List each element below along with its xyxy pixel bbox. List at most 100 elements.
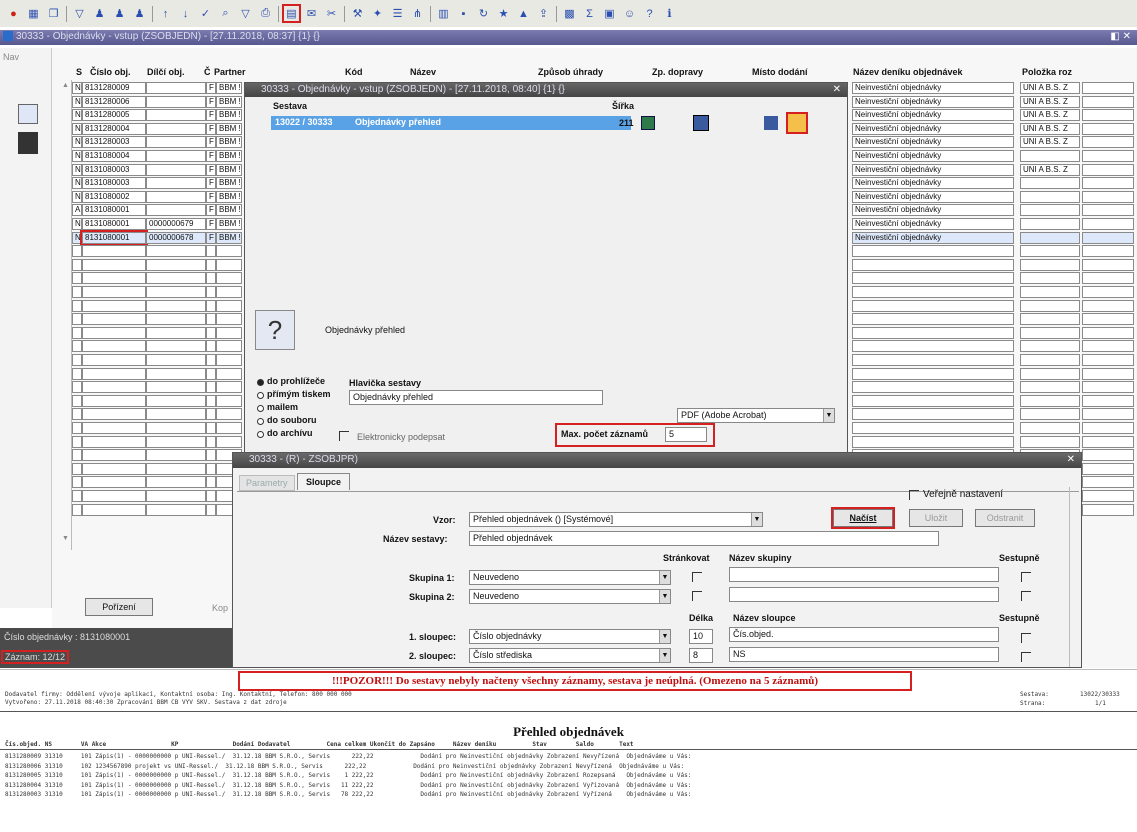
table-cell[interactable]: BBM ! [216, 190, 242, 203]
dialog1-close-icon[interactable]: ✕ [833, 83, 841, 97]
table-cell[interactable] [1082, 503, 1134, 516]
table-cell[interactable] [72, 299, 82, 312]
nacist-button[interactable]: Načíst [831, 507, 895, 529]
help-icon[interactable]: ? [642, 6, 657, 21]
table-cell[interactable] [852, 367, 1014, 380]
table-cell[interactable]: F [206, 204, 216, 217]
table-cell[interactable] [1082, 490, 1134, 502]
column-header[interactable]: Číslo obj. [90, 67, 131, 77]
table-icon[interactable]: ▩ [562, 6, 577, 21]
tree-icon[interactable]: ⋔ [410, 6, 425, 21]
table-cell[interactable]: 8131280004 [82, 122, 146, 135]
table-cell[interactable]: Neinvestiční objednávky [852, 190, 1014, 203]
table-cell[interactable] [216, 381, 242, 394]
table-cell[interactable] [1082, 258, 1134, 271]
max-records-input[interactable]: 5 [665, 427, 707, 442]
table-cell[interactable] [1082, 150, 1134, 162]
copy-icon[interactable]: ❐ [46, 6, 61, 21]
table-cell[interactable]: 8131080001 [82, 204, 146, 217]
table-cell[interactable]: 8131080001 [82, 218, 146, 230]
table-cell[interactable] [146, 503, 206, 516]
dialog2-scrollbar[interactable] [1069, 487, 1081, 667]
table-cell[interactable] [82, 258, 146, 271]
list-icon[interactable]: ☰ [390, 6, 405, 21]
table-cell[interactable] [216, 394, 242, 407]
column-header[interactable]: Způsob úhrady [538, 67, 603, 77]
table-cell[interactable]: N [72, 122, 82, 135]
skupina2-select[interactable]: Neuvedeno ▼ [469, 589, 671, 604]
export-icon[interactable]: ⇪ [536, 6, 551, 21]
table-cell[interactable] [72, 462, 82, 475]
table-cell[interactable] [1020, 394, 1080, 407]
table-cell[interactable] [852, 272, 1014, 285]
sort-desc-icon[interactable]: ↓ [178, 6, 193, 21]
table-cell[interactable] [1082, 163, 1134, 176]
table-cell[interactable] [216, 340, 242, 353]
table-cell[interactable] [1082, 313, 1134, 326]
document-icon[interactable] [18, 132, 38, 154]
table-cell[interactable]: BBM ! [216, 82, 242, 94]
table-cell[interactable] [146, 340, 206, 353]
cut-icon[interactable]: ✂ [324, 6, 339, 21]
table-cell[interactable] [1020, 204, 1080, 217]
table-cell[interactable] [206, 394, 216, 407]
table-cell[interactable] [72, 286, 82, 298]
table-cell[interactable]: Neinvestiční objednávky [852, 204, 1014, 217]
table-cell[interactable] [216, 367, 242, 380]
search-icon[interactable]: ⌕ [218, 6, 233, 21]
table-cell[interactable]: 8131080002 [82, 190, 146, 203]
grid-icon[interactable]: ▦ [26, 6, 41, 21]
skupina1-strankovat-checkbox[interactable] [692, 572, 702, 582]
table-cell[interactable] [852, 394, 1014, 407]
column-header[interactable]: Zp. dopravy [652, 67, 703, 77]
table-cell[interactable] [82, 435, 146, 448]
table-cell[interactable]: Neinvestiční objednávky [852, 82, 1014, 94]
table-cell[interactable] [82, 449, 146, 462]
table-cell[interactable] [146, 422, 206, 434]
table-cell[interactable] [216, 422, 242, 434]
table-cell[interactable] [1082, 231, 1134, 244]
table-cell[interactable]: F [206, 163, 216, 176]
table-cell[interactable] [1082, 177, 1134, 190]
table-cell[interactable] [852, 313, 1014, 326]
sloupec1-select[interactable]: Číslo objednávky ▼ [469, 629, 671, 644]
table-cell[interactable] [852, 408, 1014, 421]
table-cell[interactable]: Neinvestiční objednávky [852, 218, 1014, 230]
table-cell[interactable] [1082, 122, 1134, 135]
skupina1-select[interactable]: Neuvedeno ▼ [469, 570, 671, 585]
chevron-down-icon[interactable]: ▼ [659, 649, 670, 662]
table-cell[interactable] [146, 272, 206, 285]
table-cell[interactable]: Neinvestiční objednávky [852, 122, 1014, 135]
kopirovat-button[interactable]: Kop [212, 603, 228, 613]
table-cell[interactable]: Neinvestiční objednávky [852, 163, 1014, 176]
sort-asc-icon[interactable]: ↑ [158, 6, 173, 21]
skupina2-sestupne-checkbox[interactable] [1021, 591, 1031, 601]
table-cell[interactable]: N [72, 82, 82, 94]
warning-icon[interactable]: ▲ [516, 6, 531, 21]
table-cell[interactable] [146, 122, 206, 135]
output-format-select[interactable]: PDF (Adobe Acrobat) ▼ [677, 408, 835, 423]
table-cell[interactable] [72, 490, 82, 502]
table-cell[interactable] [72, 245, 82, 258]
table-cell[interactable] [146, 258, 206, 271]
table-cell[interactable]: BBM ! [216, 231, 242, 244]
porizeni-button[interactable]: Pořízení [85, 598, 153, 616]
table-cell[interactable] [146, 367, 206, 380]
table-cell[interactable] [852, 286, 1014, 298]
table-cell[interactable] [216, 286, 242, 298]
star-icon[interactable]: ★ [496, 6, 511, 21]
table-cell[interactable] [206, 286, 216, 298]
user-icon[interactable]: ♟ [92, 6, 107, 21]
table-cell[interactable] [82, 381, 146, 394]
table-cell[interactable] [216, 313, 242, 326]
table-cell[interactable]: 8131080001 [80, 229, 148, 246]
sloupec1-delka-input[interactable]: 10 [689, 629, 713, 644]
table-cell[interactable] [1082, 245, 1134, 258]
table-cell[interactable]: Neinvestiční objednávky [852, 95, 1014, 108]
table-cell[interactable] [1020, 245, 1080, 258]
table-cell[interactable]: 8131280005 [82, 109, 146, 122]
table-cell[interactable] [82, 408, 146, 421]
table-cell[interactable] [1020, 367, 1080, 380]
table-cell[interactable] [206, 408, 216, 421]
table-cell[interactable] [206, 272, 216, 285]
